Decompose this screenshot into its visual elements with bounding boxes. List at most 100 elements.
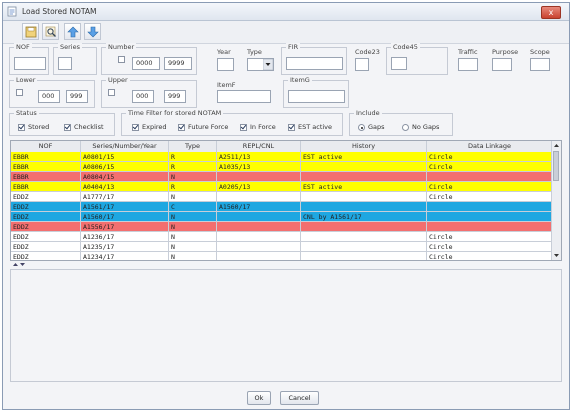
itemf-label: ItemF [217, 81, 236, 89]
panel-splitter[interactable] [10, 262, 562, 268]
table-row[interactable]: EDDZ A1234/17 N Circle [11, 252, 553, 260]
fir-input[interactable] [286, 57, 343, 70]
upper-to-input[interactable]: 999 [164, 90, 186, 103]
table-row[interactable]: EBBR A0801/15 R A2511/13 EST active Circle [11, 152, 553, 162]
time-filter-label: Time Filter for stored NOTAM [126, 109, 224, 118]
number-to-input[interactable]: 9999 [164, 57, 192, 70]
column-header-type[interactable]: Type [169, 141, 217, 152]
move-down-button[interactable] [84, 23, 101, 40]
cell-type: R [169, 152, 217, 162]
column-header-data-linkage[interactable]: Data Linkage [427, 141, 553, 152]
expired-label: Expired [142, 123, 167, 131]
table-row[interactable]: EBBR A0806/15 R A1035/13 Circle [11, 162, 553, 172]
number-checkbox[interactable] [118, 56, 125, 63]
cell-history [301, 252, 427, 260]
checklist-checkbox[interactable] [64, 124, 71, 131]
year-input[interactable] [217, 58, 234, 71]
number-group: Number 0000 9999 [101, 43, 197, 75]
lower-label: Lower [14, 76, 38, 85]
expired-checkbox[interactable] [132, 124, 139, 131]
title-bar: Load Stored NOTAM x [3, 3, 569, 21]
chevron-down-icon[interactable] [263, 59, 273, 70]
close-button[interactable]: x [541, 6, 561, 19]
table-row[interactable]: EDDZ A1561/17 C A1560/17 [11, 202, 553, 212]
code23-input[interactable] [355, 58, 369, 71]
future-force-checkbox[interactable] [178, 124, 185, 131]
column-header-history[interactable]: History [301, 141, 427, 152]
cell-repl-cnl: A0205/13 [217, 182, 301, 192]
cell-repl-cnl [217, 232, 301, 242]
cell-nof: EBBR [11, 162, 81, 172]
nof-input[interactable] [14, 57, 46, 70]
table-row[interactable]: EDDZ A1235/17 N Circle [11, 242, 553, 252]
no-gaps-radio[interactable] [402, 124, 409, 131]
column-header-repl-cnl[interactable]: REPL/CNL [217, 141, 301, 152]
cell-series-number-year: A1236/17 [81, 232, 169, 242]
collapse-arrows-icon[interactable] [12, 262, 26, 268]
gaps-radio[interactable] [358, 124, 365, 131]
series-group: Series [53, 43, 97, 75]
cell-data-linkage [427, 212, 553, 222]
table-row[interactable]: EDDZ A1556/17 N [11, 222, 553, 232]
cell-series-number-year: A0404/13 [81, 182, 169, 192]
est-active-checkbox[interactable] [288, 124, 295, 131]
no-gaps-label: No Gaps [412, 123, 440, 131]
table-scrollbar[interactable] [551, 141, 561, 260]
cell-series-number-year: A1556/17 [81, 222, 169, 232]
cell-nof: EDDZ [11, 212, 81, 222]
cell-repl-cnl [217, 172, 301, 182]
scrollbar-thumb[interactable] [553, 151, 559, 181]
cell-type: N [169, 232, 217, 242]
cell-repl-cnl: A1560/17 [217, 202, 301, 212]
move-up-button[interactable] [64, 23, 81, 40]
stored-checkbox[interactable] [18, 124, 25, 131]
cell-history: EST active [301, 182, 427, 192]
cell-nof: EBBR [11, 182, 81, 192]
number-from-input[interactable]: 0000 [132, 57, 160, 70]
table-row[interactable]: EDDZ A1777/17 N Circle [11, 192, 553, 202]
notam-detail-panel [10, 269, 562, 382]
cell-type: N [169, 212, 217, 222]
future-force-label: Future Force [188, 123, 229, 131]
cell-data-linkage: Circle [427, 232, 553, 242]
table-row[interactable]: EBBR A0804/15 N [11, 172, 553, 182]
lower-checkbox[interactable] [16, 89, 23, 96]
table-row[interactable]: EBBR A0404/13 R A0205/13 EST active Circle [11, 182, 553, 192]
in-force-checkbox[interactable] [240, 124, 247, 131]
cancel-button[interactable]: Cancel [280, 391, 319, 405]
save-button[interactable] [22, 23, 39, 40]
purpose-label: Purpose [492, 48, 519, 56]
cell-nof: EDDZ [11, 232, 81, 242]
upper-from-input[interactable]: 000 [132, 90, 154, 103]
scope-input[interactable] [530, 58, 550, 71]
traffic-input[interactable] [458, 58, 478, 71]
purpose-input[interactable] [492, 58, 512, 71]
scope-label: Scope [530, 48, 550, 56]
cell-repl-cnl [217, 252, 301, 260]
lower-to-input[interactable]: 999 [66, 90, 88, 103]
search-button[interactable] [42, 23, 59, 40]
cell-series-number-year: A1560/17 [81, 212, 169, 222]
itemf-input[interactable] [217, 90, 271, 103]
itemg-input[interactable] [288, 90, 345, 103]
nof-label: NOF [14, 43, 32, 52]
scroll-down-icon[interactable] [552, 251, 561, 260]
series-label: Series [58, 43, 82, 52]
upper-checkbox[interactable] [108, 89, 115, 96]
cell-type: N [169, 222, 217, 232]
cell-nof: EDDZ [11, 222, 81, 232]
series-input[interactable] [58, 57, 72, 70]
column-header-series-number-year[interactable]: Series/Number/Year [81, 141, 169, 152]
type-label: Type [247, 48, 262, 56]
column-header-nof[interactable]: NOF [11, 141, 81, 152]
time-filter-group: Time Filter for stored NOTAM Expired Fut… [121, 109, 343, 136]
cell-series-number-year: A0806/15 [81, 162, 169, 172]
code45-input[interactable] [391, 57, 407, 70]
notam-table: NOF Series/Number/Year Type REPL/CNL His… [10, 140, 562, 261]
scroll-up-icon[interactable] [552, 141, 561, 150]
ok-button[interactable]: Ok [247, 391, 271, 405]
lower-from-input[interactable]: 000 [38, 90, 60, 103]
table-row[interactable]: EDDZ A1560/17 N CNL by A1561/17 [11, 212, 553, 222]
table-row[interactable]: EDDZ A1236/17 N Circle [11, 232, 553, 242]
status-label: Status [14, 109, 39, 118]
